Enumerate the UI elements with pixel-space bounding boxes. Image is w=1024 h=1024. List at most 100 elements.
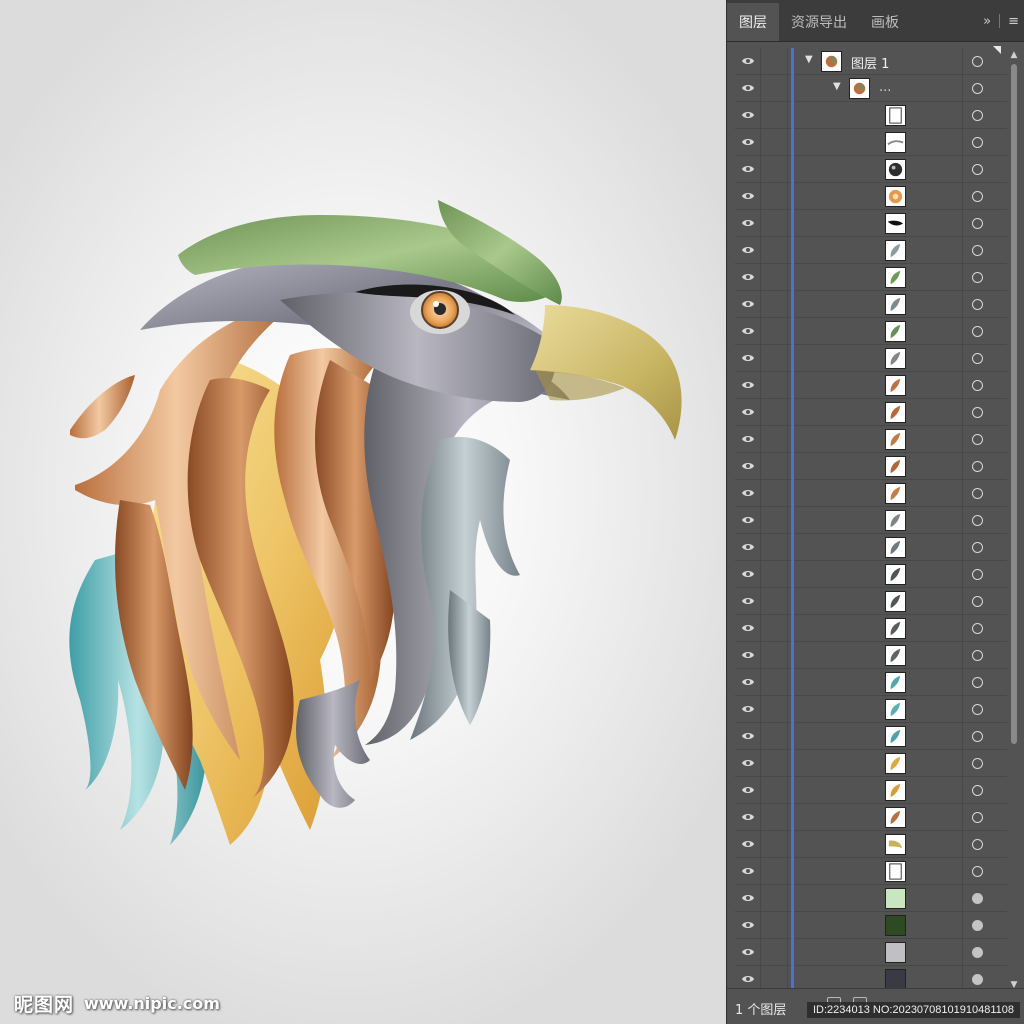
lock-toggle[interactable] <box>762 615 788 641</box>
visibility-toggle[interactable] <box>735 912 761 938</box>
visibility-toggle[interactable] <box>735 102 761 128</box>
lock-toggle[interactable] <box>762 939 788 965</box>
layer-row-item[interactable] <box>735 642 1007 669</box>
target-circle-icon[interactable] <box>972 191 983 202</box>
target-circle-icon[interactable] <box>972 137 983 148</box>
tab-asset-export[interactable]: 资源导出 <box>779 3 859 41</box>
visibility-toggle[interactable] <box>735 264 761 290</box>
lock-toggle[interactable] <box>762 534 788 560</box>
target-circle-icon[interactable] <box>972 83 983 94</box>
target-circle-icon[interactable] <box>972 650 983 661</box>
lock-toggle[interactable] <box>762 912 788 938</box>
layer-row-item[interactable] <box>735 588 1007 615</box>
target-circle-icon[interactable] <box>972 785 983 796</box>
lock-toggle[interactable] <box>762 507 788 533</box>
chevron-down-icon[interactable]: ▼ <box>805 54 813 65</box>
lock-toggle[interactable] <box>762 291 788 317</box>
target-circle-icon[interactable] <box>972 353 983 364</box>
layer-row-item[interactable] <box>735 804 1007 831</box>
visibility-toggle[interactable] <box>735 831 761 857</box>
visibility-toggle[interactable] <box>735 642 761 668</box>
layer-row-item[interactable] <box>735 777 1007 804</box>
target-circle-icon[interactable] <box>972 326 983 337</box>
target-circle-icon[interactable] <box>972 677 983 688</box>
visibility-toggle[interactable] <box>735 615 761 641</box>
layer-row-item[interactable] <box>735 129 1007 156</box>
visibility-toggle[interactable] <box>735 966 761 988</box>
lock-toggle[interactable] <box>762 426 788 452</box>
layer-row-item[interactable] <box>735 723 1007 750</box>
lock-toggle[interactable] <box>762 264 788 290</box>
target-circle-icon[interactable] <box>972 488 983 499</box>
visibility-toggle[interactable] <box>735 750 761 776</box>
target-circle-icon[interactable] <box>972 731 983 742</box>
lock-toggle[interactable] <box>762 750 788 776</box>
layer-row-item[interactable] <box>735 912 1007 939</box>
target-circle-icon[interactable] <box>972 515 983 526</box>
layer-row-item[interactable] <box>735 750 1007 777</box>
visibility-toggle[interactable] <box>735 561 761 587</box>
lock-toggle[interactable] <box>762 318 788 344</box>
layer-row-item[interactable] <box>735 426 1007 453</box>
lock-toggle[interactable] <box>762 831 788 857</box>
layer-row-item[interactable] <box>735 183 1007 210</box>
visibility-toggle[interactable] <box>735 210 761 236</box>
target-circle-icon[interactable] <box>972 299 983 310</box>
visibility-toggle[interactable] <box>735 588 761 614</box>
visibility-toggle[interactable] <box>735 183 761 209</box>
artboard-canvas[interactable]: 昵图网 www.nipic.com <box>0 0 726 1024</box>
lock-toggle[interactable] <box>762 372 788 398</box>
visibility-toggle[interactable] <box>735 939 761 965</box>
layer-row-item[interactable] <box>735 156 1007 183</box>
visibility-toggle[interactable] <box>735 372 761 398</box>
target-circle-icon[interactable] <box>972 839 983 850</box>
lock-toggle[interactable] <box>762 399 788 425</box>
layer-row-item[interactable] <box>735 507 1007 534</box>
layer-row-item[interactable] <box>735 561 1007 588</box>
target-circle-icon[interactable] <box>972 380 983 391</box>
visibility-toggle[interactable] <box>735 75 761 101</box>
lock-toggle[interactable] <box>762 48 788 74</box>
lock-toggle[interactable] <box>762 210 788 236</box>
lock-toggle[interactable] <box>762 129 788 155</box>
visibility-toggle[interactable] <box>735 399 761 425</box>
layer-row-item[interactable] <box>735 453 1007 480</box>
layer-row-item[interactable] <box>735 210 1007 237</box>
layer-row-item[interactable] <box>735 966 1007 988</box>
layer-row-item[interactable] <box>735 264 1007 291</box>
tab-artboards[interactable]: 画板 <box>859 3 911 41</box>
target-circle-icon[interactable] <box>972 812 983 823</box>
visibility-toggle[interactable] <box>735 453 761 479</box>
visibility-toggle[interactable] <box>735 885 761 911</box>
target-circle-icon[interactable] <box>972 596 983 607</box>
chevron-down-icon[interactable]: ▼ <box>833 81 841 92</box>
target-circle-icon[interactable] <box>972 110 983 121</box>
layer-row-item[interactable] <box>735 480 1007 507</box>
visibility-toggle[interactable] <box>735 696 761 722</box>
visibility-toggle[interactable] <box>735 48 761 74</box>
lock-toggle[interactable] <box>762 669 788 695</box>
target-circle-icon[interactable] <box>972 866 983 877</box>
visibility-toggle[interactable] <box>735 534 761 560</box>
lock-toggle[interactable] <box>762 642 788 668</box>
layer-row-item[interactable] <box>735 534 1007 561</box>
target-circle-icon[interactable] <box>972 947 983 958</box>
target-circle-icon[interactable] <box>972 623 983 634</box>
lock-toggle[interactable] <box>762 345 788 371</box>
layer-row-item[interactable] <box>735 885 1007 912</box>
lock-toggle[interactable] <box>762 885 788 911</box>
layer-row-item[interactable] <box>735 939 1007 966</box>
layer-row-item[interactable] <box>735 615 1007 642</box>
visibility-toggle[interactable] <box>735 804 761 830</box>
visibility-toggle[interactable] <box>735 345 761 371</box>
lock-toggle[interactable] <box>762 804 788 830</box>
lock-toggle[interactable] <box>762 696 788 722</box>
visibility-toggle[interactable] <box>735 507 761 533</box>
target-circle-icon[interactable] <box>972 758 983 769</box>
target-circle-icon[interactable] <box>972 164 983 175</box>
lock-toggle[interactable] <box>762 777 788 803</box>
lock-toggle[interactable] <box>762 237 788 263</box>
target-circle-icon[interactable] <box>972 704 983 715</box>
lock-toggle[interactable] <box>762 723 788 749</box>
visibility-toggle[interactable] <box>735 318 761 344</box>
